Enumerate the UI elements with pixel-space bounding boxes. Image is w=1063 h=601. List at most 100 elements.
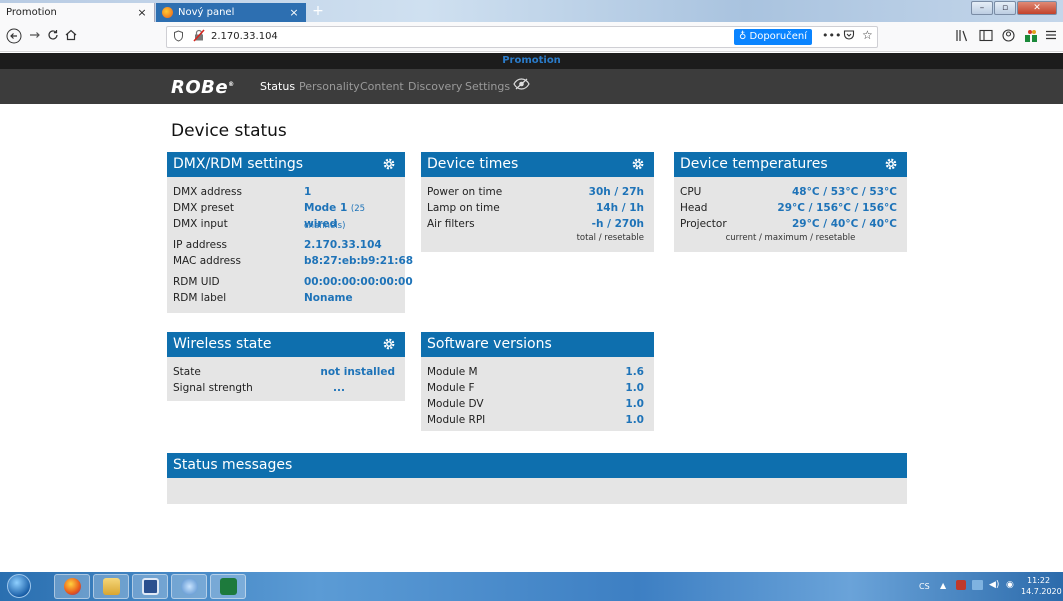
forward-arrow-icon[interactable]: [26, 28, 44, 46]
windows-taskbar: CS ▲ ◀) ◉ 11:22 14.7.2020: [0, 572, 1063, 601]
table-row: Module RPI 1.0: [427, 412, 648, 428]
row-value: 1.0: [625, 398, 644, 410]
url-bar[interactable]: 2.170.33.104 ♁ Doporučení ••• ☆: [166, 26, 878, 48]
row-label: Module RPI: [427, 414, 486, 426]
page-actions-menu-icon[interactable]: •••: [822, 29, 841, 42]
taskbar-firefox[interactable]: [54, 574, 90, 599]
panel-title: Wireless state: [173, 336, 272, 352]
table-row: IP address 2.170.33.104: [173, 237, 399, 253]
panel-title: Device times: [427, 156, 519, 172]
back-arrow-icon[interactable]: [5, 28, 23, 48]
table-row: Power on time 30h / 27h: [427, 184, 648, 200]
eye-icon[interactable]: [513, 77, 530, 95]
row-label: Head: [680, 202, 708, 214]
row-value: 00:00:00:00:00:00: [304, 276, 413, 288]
tab-new-panel[interactable]: Nový panel ×: [156, 3, 306, 22]
table-row: Lamp on time 14h / 1h: [427, 200, 648, 216]
table-row: Head 29°C / 156°C / 156°C: [680, 200, 901, 216]
wifi-icon[interactable]: ◉: [1006, 580, 1014, 590]
row-value: 48°C / 53°C / 53°C: [792, 186, 897, 198]
firefox-favicon-icon: [162, 7, 173, 18]
row-value: Noname: [304, 292, 353, 304]
nav-status[interactable]: Status: [260, 80, 295, 93]
nav-personality[interactable]: Personality: [299, 80, 360, 93]
bookmark-star-icon[interactable]: ☆: [862, 28, 873, 42]
clock-date[interactable]: 14.7.2020: [1021, 587, 1062, 596]
panel-header: DMX/RDM settings: [167, 152, 405, 177]
row-label: Air filters: [427, 218, 475, 230]
row-value: 1: [304, 186, 312, 198]
flag-icon[interactable]: [956, 580, 966, 590]
nav-settings[interactable]: Settings: [465, 80, 510, 93]
table-row: Projector 29°C / 40°C / 40°C: [680, 216, 901, 232]
software-versions-panel: Software versions Module M 1.6 Module F 1.…: [421, 332, 654, 431]
wireless-state-panel: Wireless state State not installed Signal…: [167, 332, 405, 401]
panel-title: Status messages: [173, 457, 293, 473]
minimize-button[interactable]: –: [971, 1, 993, 15]
tracking-shield-icon[interactable]: [173, 30, 184, 45]
robe-logo[interactable]: ROBe®: [171, 77, 235, 98]
row-value: 1.0: [625, 382, 644, 394]
recommend-button[interactable]: ♁ Doporučení: [734, 29, 813, 45]
table-row: MAC address b8:27:eb:b9:21:68: [173, 253, 413, 269]
row-label: Lamp on time: [427, 202, 500, 214]
media-player-icon: [181, 578, 198, 595]
pocket-icon[interactable]: [843, 29, 855, 44]
home-icon[interactable]: [62, 28, 80, 46]
url-text[interactable]: 2.170.33.104: [211, 31, 278, 42]
show-hidden-icons-icon[interactable]: ▲: [940, 581, 946, 590]
panel-header: Software versions: [421, 332, 654, 357]
row-label: Module F: [427, 382, 475, 394]
account-icon[interactable]: [1002, 29, 1015, 45]
nav-discovery[interactable]: Discovery: [408, 80, 462, 93]
table-row: RDM label Noname: [173, 290, 399, 306]
tab-title: Promotion: [6, 7, 57, 18]
table-row: DMX address 1: [173, 184, 399, 200]
panel-header: Wireless state: [167, 332, 405, 357]
new-tab-button[interactable]: +: [310, 3, 326, 20]
nav-content[interactable]: Content: [360, 80, 404, 93]
table-row: State not installed: [173, 364, 399, 380]
taskbar-excel[interactable]: [210, 574, 246, 599]
sidebar-icon[interactable]: [979, 29, 993, 45]
row-label: IP address: [173, 239, 228, 251]
library-icon[interactable]: [955, 29, 969, 45]
maximize-button[interactable]: ▫: [994, 1, 1016, 15]
recommend-label: Doporučení: [749, 31, 808, 42]
network-icon[interactable]: [972, 580, 983, 590]
row-label: Projector: [680, 218, 727, 230]
reload-icon[interactable]: [44, 28, 62, 46]
tab-close-icon[interactable]: ×: [136, 6, 148, 19]
gear-icon[interactable]: [884, 157, 898, 171]
clock-time[interactable]: 11:22: [1027, 576, 1050, 585]
row-value: 29°C / 156°C / 156°C: [777, 202, 897, 214]
start-button[interactable]: [7, 574, 31, 598]
table-row: Module DV 1.0: [427, 396, 648, 412]
menu-icon[interactable]: [1045, 29, 1057, 44]
gear-icon[interactable]: [382, 157, 396, 171]
language-indicator[interactable]: CS: [919, 582, 930, 591]
panel-title: Software versions: [427, 336, 552, 352]
row-label: MAC address: [173, 255, 241, 267]
tab-promotion[interactable]: Promotion ×: [0, 3, 155, 22]
gear-icon[interactable]: [631, 157, 645, 171]
taskbar-explorer[interactable]: [93, 574, 129, 599]
row-label: RDM UID: [173, 276, 220, 288]
insecure-lock-icon[interactable]: [193, 29, 205, 45]
close-window-button[interactable]: ✕: [1017, 1, 1057, 15]
taskbar-save[interactable]: [132, 574, 168, 599]
row-value: -h / 270h: [591, 218, 644, 230]
taskbar-media-player[interactable]: [171, 574, 207, 599]
table-row: Signal strength...: [173, 380, 399, 396]
registered-mark: ®: [228, 81, 235, 88]
volume-icon[interactable]: ◀): [989, 580, 999, 590]
panel-header: Device temperatures: [674, 152, 907, 177]
tab-title: Nový panel: [178, 7, 235, 18]
table-row: RDM UID 00:00:00:00:00:00: [173, 274, 413, 290]
gear-icon[interactable]: [382, 337, 396, 351]
table-row: DMX input wired: [173, 216, 399, 232]
tab-close-icon[interactable]: ×: [288, 6, 300, 19]
explorer-icon: [103, 578, 120, 595]
extensions-icon[interactable]: [1024, 29, 1038, 46]
row-label: DMX input: [173, 218, 228, 230]
